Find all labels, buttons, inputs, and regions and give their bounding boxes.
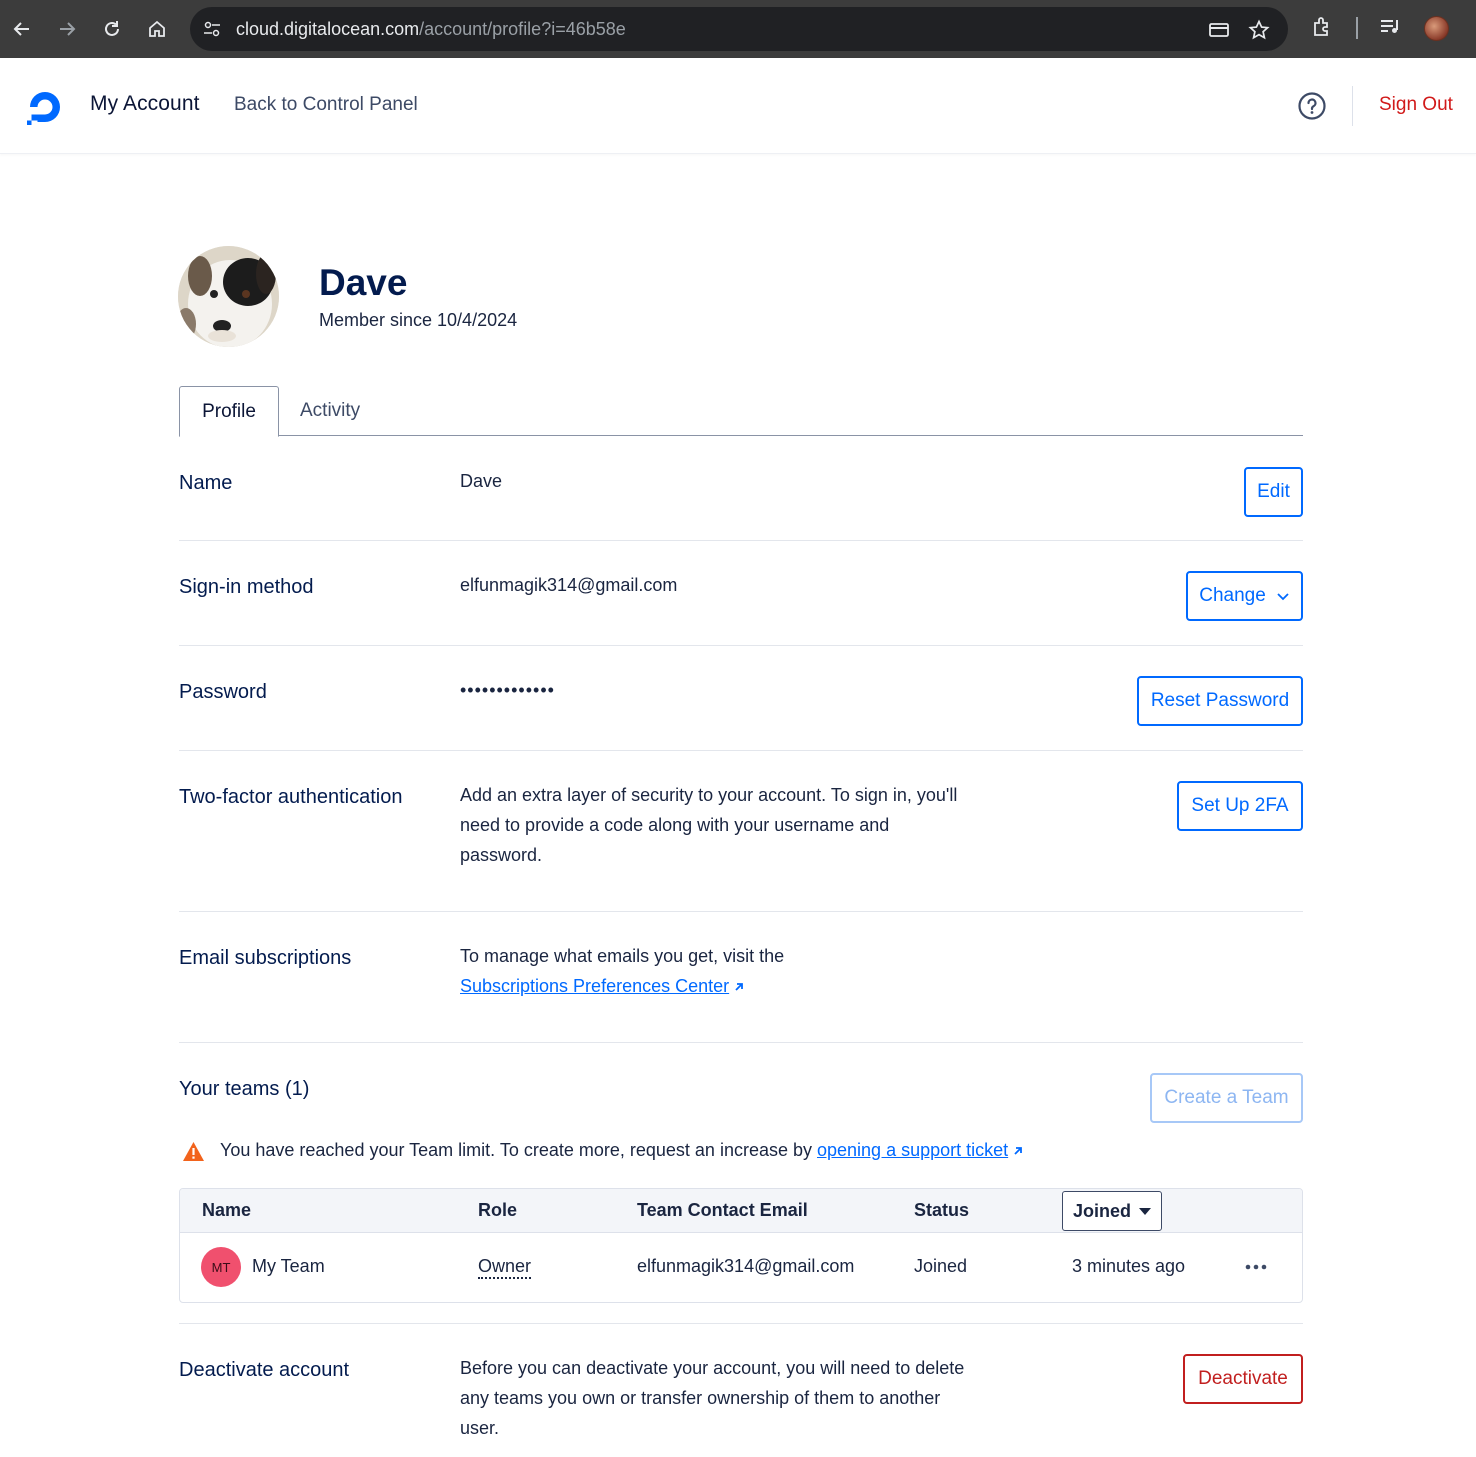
edit-name-button[interactable]: Edit (1244, 467, 1303, 517)
name-value: Dave (460, 471, 503, 491)
reset-password-button[interactable]: Reset Password (1137, 676, 1303, 726)
support-ticket-link[interactable]: opening a support ticket (817, 1140, 1008, 1160)
page-title: My Account (90, 92, 200, 115)
row-divider (179, 1323, 1303, 1324)
sign-out-link[interactable]: Sign Out (1379, 94, 1453, 116)
deactivate-line: Before you can deactivate your account, … (460, 1358, 965, 1378)
deactivate-account-label: Deactivate account (179, 1359, 350, 1381)
column-header-status: Status (914, 1200, 970, 1220)
signin-method-label: Sign-in method (179, 576, 314, 598)
team-role[interactable]: Owner (478, 1256, 532, 1279)
change-label: Change (1199, 585, 1266, 606)
external-link-icon (735, 983, 744, 991)
email-subscriptions-text: To manage what emails you get, visit the (460, 946, 785, 966)
chevron-down-icon (1277, 593, 1289, 601)
team-status: Joined (914, 1256, 968, 1276)
row-divider (179, 645, 1303, 646)
reload-icon[interactable] (96, 13, 128, 45)
row-divider (179, 540, 1303, 541)
extensions-icon[interactable] (1310, 15, 1334, 39)
two-factor-description: Add an extra layer of security to your a… (460, 780, 957, 870)
header-divider (1352, 86, 1353, 126)
change-signin-button[interactable]: Change (1186, 571, 1303, 621)
two-factor-label: Two-factor authentication (179, 786, 403, 808)
your-teams-title: Your teams (1) (179, 1078, 310, 1100)
url-text: cloud.digitalocean.com/account/profile?i… (236, 19, 626, 39)
joined-sort-label: Joined (1073, 1200, 1132, 1221)
back-to-control-panel-link[interactable]: Back to Control Panel (234, 94, 418, 116)
tabs-underline (179, 435, 1303, 436)
joined-sort-dropdown[interactable]: Joined (1062, 1191, 1162, 1231)
column-header-name: Name (202, 1200, 252, 1220)
team-limit-warning-text: You have reached your Team limit. To cre… (220, 1140, 817, 1160)
tab-activity[interactable]: Activity (300, 400, 360, 422)
password-masked-value: ••••••••••••• (460, 680, 555, 700)
help-icon[interactable] (1297, 91, 1327, 121)
column-header-role: Role (478, 1200, 518, 1220)
back-arrow-icon[interactable] (6, 13, 38, 45)
home-icon[interactable] (141, 13, 173, 45)
browser-profile-avatar[interactable] (1424, 16, 1449, 41)
email-subscriptions-description: To manage what emails you get, visit the… (460, 941, 784, 1001)
team-contact-email: elfunmagik314@gmail.com (637, 1256, 855, 1276)
deactivate-line: any teams you own or transfer ownership … (460, 1388, 941, 1408)
team-joined: 3 minutes ago (1072, 1256, 1186, 1276)
create-team-button[interactable]: Create a Team (1150, 1073, 1303, 1123)
browser-toolbar: cloud.digitalocean.com/account/profile?i… (0, 0, 1476, 58)
teams-table: Name Role Team Contact Email Status Join… (179, 1188, 1303, 1303)
row-divider (179, 1042, 1303, 1043)
teams-table-header: Name Role Team Contact Email Status Join… (180, 1189, 1302, 1233)
deactivate-description: Before you can deactivate your account, … (460, 1353, 964, 1443)
column-header-email: Team Contact Email (637, 1200, 808, 1220)
external-link-icon (1014, 1147, 1023, 1155)
setup-2fa-button[interactable]: Set Up 2FA (1177, 781, 1303, 831)
profile-avatar[interactable] (178, 246, 279, 347)
tab-profile[interactable]: Profile (179, 386, 279, 437)
address-bar[interactable]: cloud.digitalocean.com/account/profile?i… (190, 7, 1288, 51)
row-divider (179, 911, 1303, 912)
toolbar-divider (1356, 17, 1358, 39)
signin-email-value: elfunmagik314@gmail.com (460, 575, 678, 595)
bookmark-star-icon[interactable] (1248, 19, 1270, 41)
puppy-photo (178, 246, 279, 347)
deactivate-button[interactable]: Deactivate (1183, 1354, 1303, 1404)
more-options-icon[interactable] (1244, 1263, 1268, 1271)
forward-arrow-icon[interactable] (51, 13, 83, 45)
card-icon[interactable] (1208, 19, 1230, 41)
two-factor-line: need to provide a code along with your u… (460, 815, 890, 835)
profile-name: Dave (319, 262, 408, 303)
deactivate-line: user. (460, 1418, 500, 1438)
team-avatar: MT (201, 1247, 241, 1287)
warning-icon (183, 1142, 204, 1161)
row-divider (179, 750, 1303, 751)
email-subscriptions-label: Email subscriptions (179, 947, 352, 969)
two-factor-line: password. (460, 845, 543, 865)
team-role-text: Owner (478, 1256, 532, 1279)
site-settings-icon[interactable] (202, 19, 222, 39)
member-since: Member since 10/4/2024 (319, 310, 518, 330)
team-limit-warning: You have reached your Team limit. To cre… (220, 1140, 1024, 1161)
name-label: Name (179, 472, 233, 494)
team-name[interactable]: My Team (252, 1256, 325, 1277)
caret-down-icon (1139, 1208, 1151, 1215)
digitalocean-logo-icon[interactable] (24, 86, 66, 128)
app-header: My Account Back to Control Panel Sign Ou… (0, 58, 1476, 154)
subscriptions-preferences-link[interactable]: Subscriptions Preferences Center (460, 976, 729, 996)
two-factor-line: Add an extra layer of security to your a… (460, 785, 958, 805)
password-label: Password (179, 681, 267, 703)
media-queue-icon[interactable] (1378, 15, 1402, 39)
